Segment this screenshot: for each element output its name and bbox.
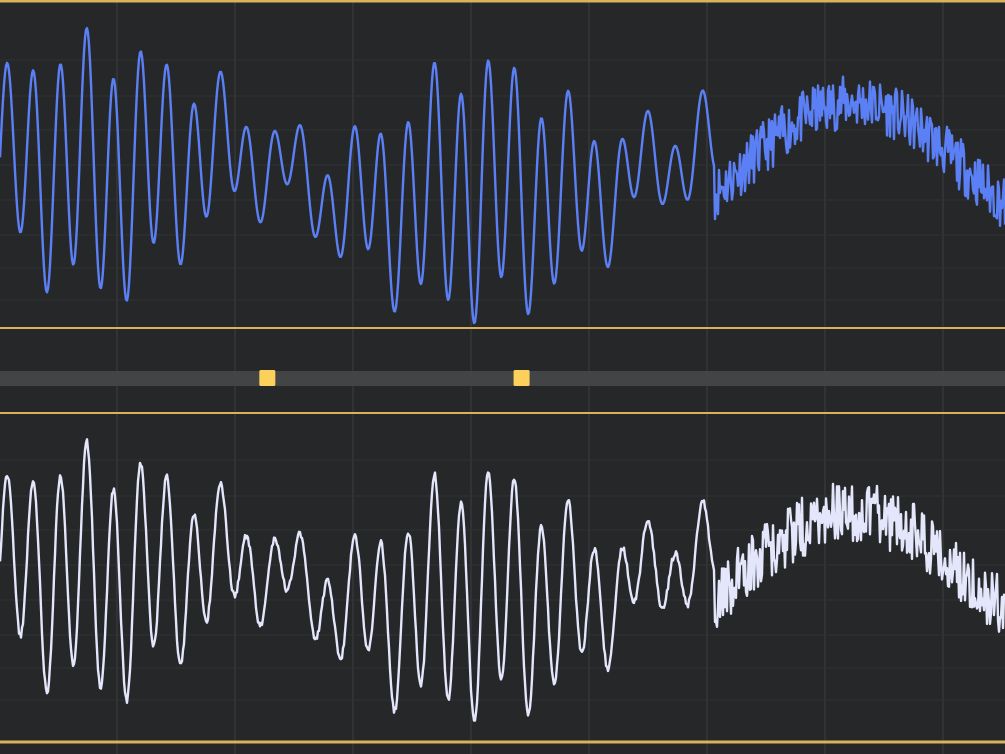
waveform-editor	[0, 0, 1005, 754]
timeline-bar[interactable]	[0, 371, 1005, 386]
waveform-top-path	[0, 26, 1005, 325]
waveform-track-2[interactable]	[0, 438, 1005, 744]
waveform-canvas	[0, 0, 1005, 754]
timeline-marker-2[interactable]	[513, 370, 530, 386]
waveform-bottom-path	[0, 438, 1005, 722]
timeline-marker-1[interactable]	[259, 370, 276, 386]
timeline-strip[interactable]	[0, 370, 1005, 414]
